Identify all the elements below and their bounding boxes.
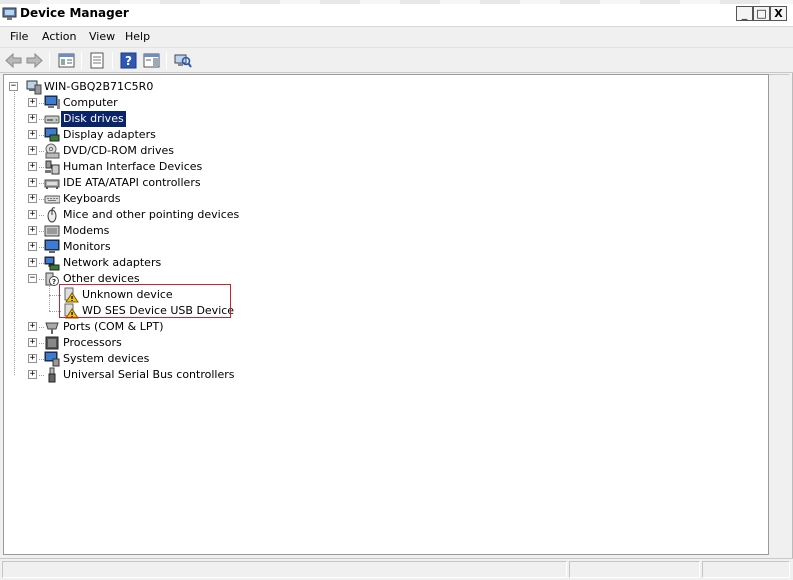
tree-expander[interactable]: + — [28, 322, 37, 331]
dvd-drive-icon — [45, 143, 60, 159]
ide-controller-icon — [44, 179, 60, 189]
scan-hardware-button[interactable] — [173, 51, 192, 70]
tree-expander[interactable]: + — [28, 98, 37, 107]
toolbar-separator — [49, 52, 50, 69]
svg-text:?: ? — [52, 278, 56, 286]
tree-expander[interactable]: + — [28, 114, 37, 123]
tree-category-label[interactable]: Modems — [61, 223, 111, 239]
tree-category-label[interactable]: Universal Serial Bus controllers — [61, 367, 236, 383]
status-bar — [0, 558, 793, 580]
tree-category-label[interactable]: Ports (COM & LPT) — [61, 319, 166, 335]
keyboard-icon — [44, 195, 60, 204]
tree-root-expander[interactable]: − — [9, 82, 18, 91]
tree-category-label[interactable]: Processors — [61, 335, 124, 351]
tree-expander[interactable]: + — [28, 242, 37, 251]
device-manager-window: Device Manager _ □ X File Action View He… — [0, 0, 793, 580]
menu-bar: File Action View Help — [0, 27, 793, 48]
toolbar-separator — [166, 52, 167, 69]
tree-expander[interactable]: + — [28, 130, 37, 139]
tree-expander[interactable]: + — [28, 210, 37, 219]
tree-connector — [49, 283, 50, 311]
usb-icon — [48, 367, 56, 383]
properties-icon — [90, 52, 104, 69]
close-button[interactable]: X — [770, 6, 787, 21]
network-adapter-icon — [44, 256, 60, 271]
tree-connector — [14, 92, 15, 375]
toolbar-separator — [81, 52, 82, 69]
back-button[interactable] — [4, 51, 23, 70]
show-hide-console-tree-button[interactable] — [57, 51, 76, 70]
window-title: Device Manager — [20, 6, 129, 20]
tree-expander[interactable]: + — [28, 146, 37, 155]
tree-expander[interactable]: + — [28, 354, 37, 363]
annotation-highlight-box — [59, 284, 231, 318]
port-icon — [45, 322, 59, 334]
disk-drive-icon — [44, 115, 60, 124]
menu-view[interactable]: View — [87, 30, 117, 43]
show-hide-console-tree-icon — [58, 53, 75, 68]
properties-button[interactable] — [88, 51, 107, 70]
close-icon: X — [774, 7, 783, 20]
tree-category-label[interactable]: DVD/CD-ROM drives — [61, 143, 176, 159]
toolbar-separator — [112, 52, 113, 69]
tree-expander[interactable]: + — [28, 162, 37, 171]
status-panel-main — [2, 561, 567, 578]
processor-icon — [45, 336, 59, 350]
tree-category-label[interactable]: Display adapters — [61, 127, 158, 143]
minimize-icon: _ — [741, 7, 748, 20]
minimize-button[interactable]: _ — [736, 6, 753, 21]
vertical-scrollbar-area[interactable] — [769, 74, 789, 555]
action-pane-button[interactable] — [142, 51, 161, 70]
tree-expander[interactable]: + — [28, 258, 37, 267]
tree-category-label[interactable]: Keyboards — [61, 191, 122, 207]
menu-file[interactable]: File — [8, 30, 30, 43]
device-manager-app-icon — [2, 7, 17, 20]
tree-expander[interactable]: + — [28, 194, 37, 203]
tree-category-label[interactable]: Network adapters — [61, 255, 163, 271]
computer-root-icon — [26, 80, 42, 95]
tree-category-label[interactable]: Human Interface Devices — [61, 159, 204, 175]
back-arrow-icon — [5, 53, 22, 68]
tree-expander[interactable]: + — [28, 178, 37, 187]
tree-category-label[interactable]: Mice and other pointing devices — [61, 207, 241, 223]
forward-button[interactable] — [25, 51, 44, 70]
mouse-icon — [47, 207, 57, 223]
tree-category-label[interactable]: Disk drives — [61, 111, 126, 127]
tree-category-label[interactable]: Monitors — [61, 239, 113, 255]
computer-icon — [44, 95, 60, 109]
other-devices-icon: ? — [45, 272, 59, 286]
tree-category-label[interactable]: System devices — [61, 351, 151, 367]
tree-category-label[interactable]: Computer — [61, 95, 120, 111]
tree-root-label[interactable]: WIN-GBQ2B71C5R0 — [42, 79, 155, 95]
help-button[interactable]: ? — [119, 51, 138, 70]
display-adapter-icon — [44, 127, 60, 142]
menu-action[interactable]: Action — [40, 30, 78, 43]
scan-hardware-icon — [174, 54, 192, 68]
hid-icon — [45, 160, 60, 175]
help-icon: ? — [120, 52, 137, 69]
maximize-icon: □ — [756, 7, 767, 20]
tree-category-label[interactable]: IDE ATA/ATAPI controllers — [61, 175, 203, 191]
action-pane-icon — [143, 53, 160, 68]
status-panel-2 — [569, 561, 700, 578]
tree-expander[interactable]: + — [28, 370, 37, 379]
svg-text:?: ? — [125, 54, 132, 68]
maximize-button[interactable]: □ — [753, 6, 770, 21]
modem-icon — [44, 225, 60, 237]
title-bar-strip — [0, 0, 793, 4]
tree-expander[interactable]: + — [28, 226, 37, 235]
toolbar: ? — [0, 48, 793, 73]
tree-expander[interactable]: − — [28, 274, 37, 283]
status-panel-3 — [702, 561, 790, 578]
system-devices-icon — [44, 351, 60, 367]
menu-help[interactable]: Help — [123, 30, 152, 43]
forward-arrow-icon — [26, 53, 43, 68]
tree-expander[interactable]: + — [28, 338, 37, 347]
title-bar[interactable]: Device Manager _ □ X — [0, 0, 793, 27]
monitor-icon — [44, 239, 60, 253]
